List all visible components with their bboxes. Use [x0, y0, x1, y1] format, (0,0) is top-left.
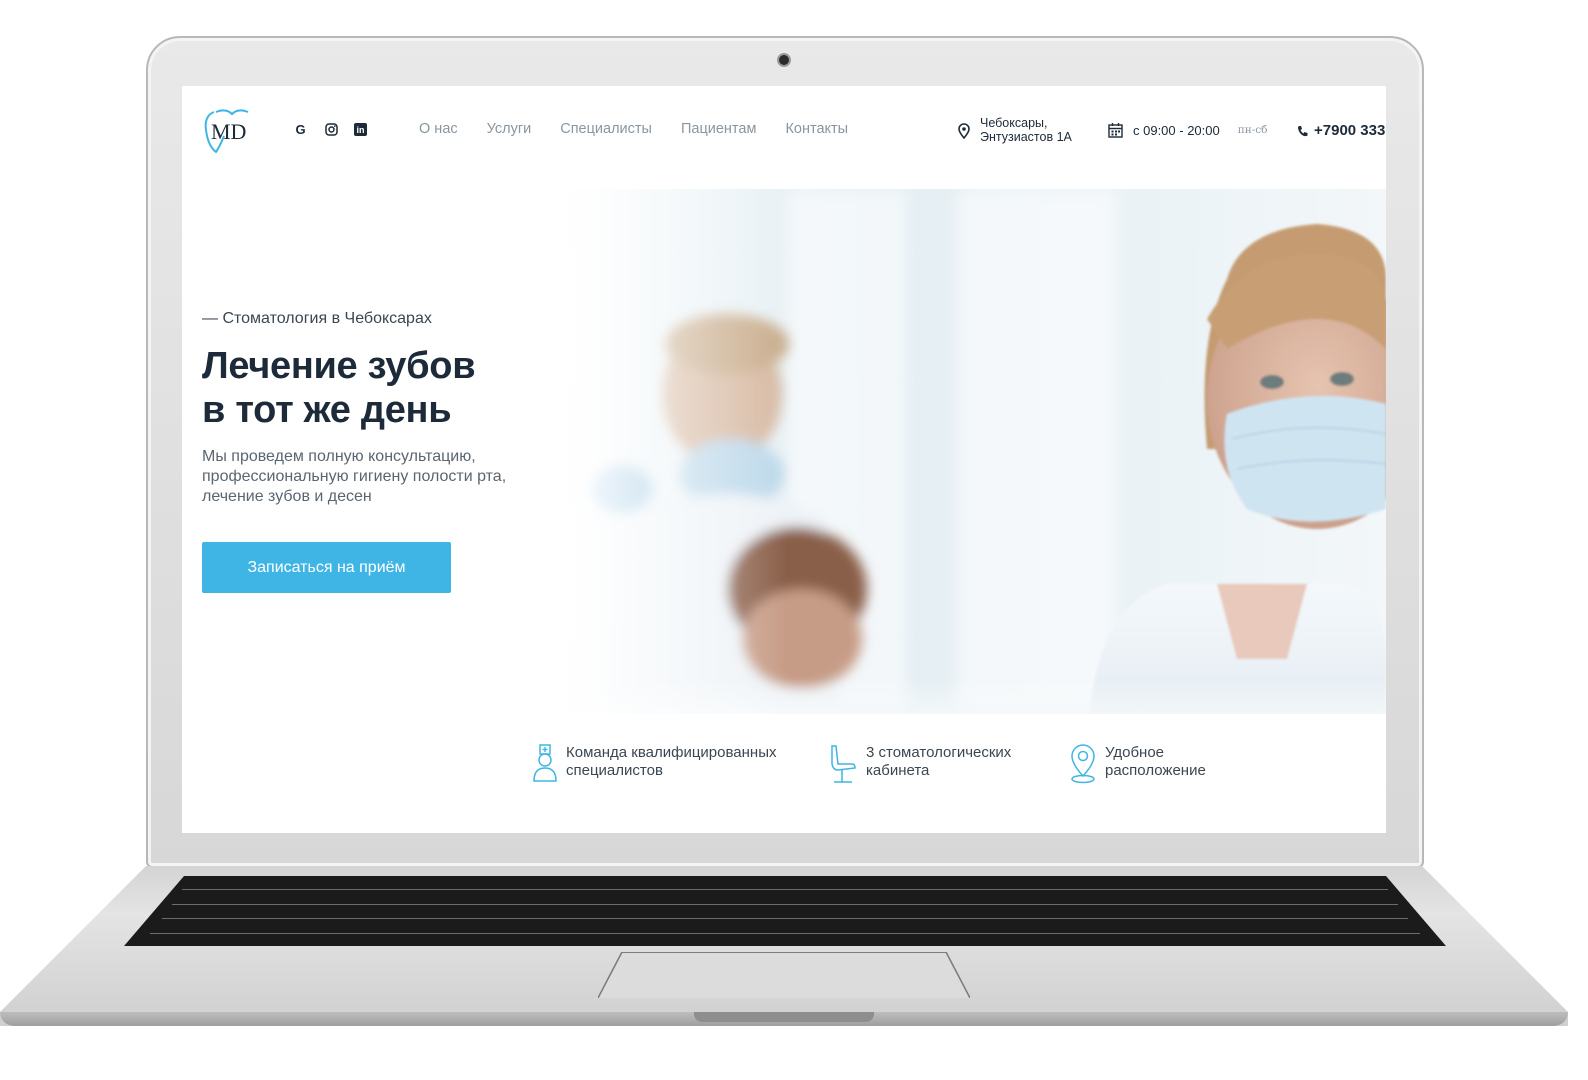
feature-location-line1: Удобное	[1105, 744, 1165, 761]
logo-icon[interactable]: MD	[202, 106, 254, 154]
website-screen: MD G in О нас Услуги Специалисты Пациент…	[182, 86, 1386, 833]
feature-cabinets-line1: 3 стоматологических	[866, 744, 1012, 761]
nav-item-contacts[interactable]: Контакты	[785, 121, 848, 137]
address-text: Чебоксары, Энтузиастов 1А	[980, 116, 1072, 144]
phone-icon	[1298, 125, 1308, 136]
feature-location-text: Удобное расположение	[1105, 744, 1206, 780]
feature-location: Удобное расположение	[1069, 744, 1206, 784]
feature-team: Команда квалифицированных специалистов	[532, 744, 776, 782]
hero-eyebrow: — Стоматология в Чебоксарах	[202, 310, 432, 327]
hero-desc-line2: профессиональную гигиену полости рта,	[202, 468, 507, 485]
location-pin-icon	[958, 123, 970, 139]
feature-cabinets-line2: кабинета	[866, 762, 930, 779]
map-pin-icon	[1071, 744, 1095, 784]
webcam-icon	[779, 55, 789, 65]
laptop-notch	[694, 1012, 874, 1022]
hours-block: с 09:00 - 20:00 пн-сб	[1108, 122, 1267, 138]
dental-chair-icon	[831, 745, 856, 783]
hours-time: с 09:00 - 20:00	[1133, 122, 1220, 138]
hours-days: пн-сб	[1237, 124, 1268, 136]
hero-title-line2: в тот же день	[202, 389, 452, 431]
address-line1: Чебоксары,	[980, 116, 1048, 130]
touchpad-outline	[598, 952, 970, 998]
feature-cabinets-text: 3 стоматологических кабинета	[866, 744, 1011, 780]
social-links: G in	[292, 121, 367, 138]
phone-link[interactable]: +7900 333	[1297, 122, 1385, 139]
hero-title-line1: Лечение зубов	[202, 345, 476, 387]
hero-title: Лечение зубов в тот же день	[202, 344, 476, 432]
nav-item-specialists[interactable]: Специалисты	[560, 121, 652, 137]
address-line2: Энтузиастов 1А	[980, 130, 1072, 144]
nav-item-patients[interactable]: Пациентам	[681, 121, 756, 137]
hero-desc-line1: Мы проведем полную консультацию,	[202, 448, 476, 465]
instagram-icon[interactable]	[323, 121, 340, 138]
hero-description: Мы проведем полную консультацию, професс…	[202, 447, 562, 507]
main-nav: О нас Услуги Специалисты Пациентам Конта…	[419, 121, 848, 137]
book-appointment-button[interactable]: Записаться на приём	[202, 542, 451, 593]
nav-item-services[interactable]: Услуги	[487, 121, 532, 137]
linkedin-icon[interactable]: in	[354, 123, 367, 136]
dentist-icon	[533, 744, 557, 782]
google-icon[interactable]: G	[292, 121, 309, 138]
feature-team-line2: специалистов	[566, 762, 663, 779]
feature-location-line2: расположение	[1105, 762, 1206, 779]
phone-number: +7900 333	[1314, 122, 1386, 139]
hero-desc-line3: лечение зубов и десен	[202, 488, 372, 505]
hero-photo	[527, 189, 1386, 759]
feature-cabinets: 3 стоматологических кабинета	[828, 744, 1011, 784]
calendar-icon	[1108, 123, 1123, 138]
keyboard-rows	[124, 876, 1446, 946]
feature-team-text: Команда квалифицированных специалистов	[566, 744, 776, 780]
feature-team-line1: Команда квалифицированных	[566, 744, 777, 761]
nav-item-about[interactable]: О нас	[419, 121, 458, 137]
logo-text: MD	[211, 119, 246, 144]
address-block[interactable]: Чебоксары, Энтузиастов 1А	[958, 116, 1072, 144]
